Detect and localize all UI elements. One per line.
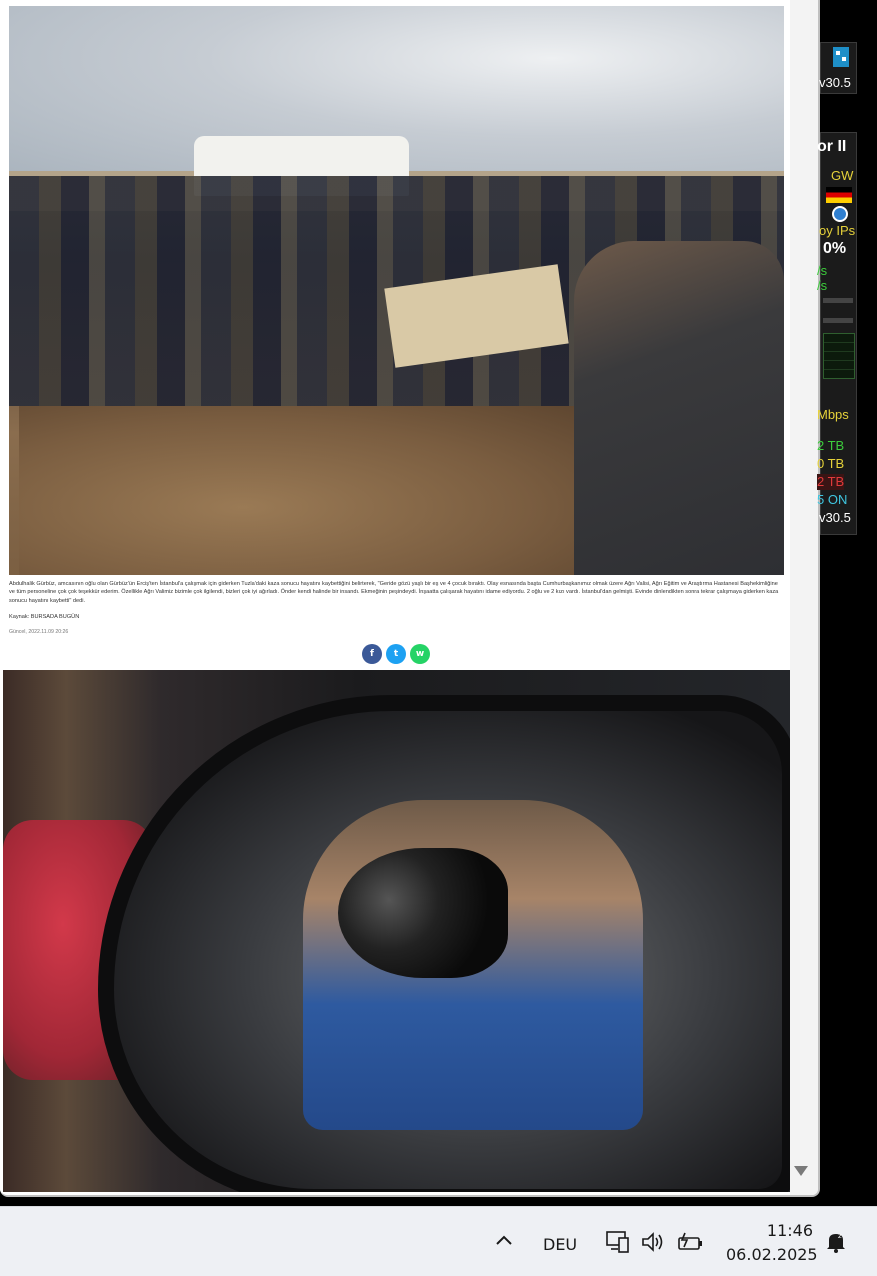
monitor-bar-1 bbox=[823, 298, 853, 303]
photo-foreground-man bbox=[574, 241, 784, 575]
photo-camera-lens bbox=[338, 848, 508, 978]
browser-window: Abdulhalik Gürbüz, amcasının oğlu olan G… bbox=[0, 0, 820, 1197]
monitor-bar-2 bbox=[823, 318, 853, 323]
taskbar: DEU 11:46 06.02.2025 z bbox=[0, 1206, 877, 1276]
article-content: Abdulhalik Gürbüz, amcasının oğlu olan G… bbox=[0, 0, 806, 1195]
monitor-panel-top: v30.5 bbox=[819, 42, 857, 94]
germany-flag-icon bbox=[826, 187, 852, 203]
monitor-app-icon bbox=[833, 47, 849, 67]
monitor-mbps: Mbps bbox=[817, 407, 849, 422]
article-caption: Abdulhalik Gürbüz, amcasının oğlu olan G… bbox=[9, 581, 779, 604]
funeral-photo bbox=[9, 6, 784, 575]
chevron-up-icon[interactable] bbox=[494, 1231, 514, 1251]
monitor-tb-2: 0 TB bbox=[817, 456, 845, 471]
clock-time[interactable]: 11:46 bbox=[726, 1221, 813, 1240]
monitor-rate-2: /s bbox=[817, 278, 828, 293]
vpn-shield-icon bbox=[832, 206, 848, 222]
monitor-version: v30.5 bbox=[819, 510, 851, 525]
article-source: Kaynak: BURSADA BUGÜN bbox=[9, 614, 80, 620]
monitor-title: or II bbox=[817, 138, 847, 155]
article-updated: Güncel, 2022.11.09 20:26 bbox=[9, 629, 69, 635]
facebook-share-button[interactable]: f bbox=[362, 644, 382, 664]
monitor-tb-3: 2 TB bbox=[817, 474, 845, 490]
scroll-down-arrow-icon[interactable] bbox=[794, 1166, 808, 1176]
monitor-ips: oy IPs bbox=[819, 223, 856, 238]
language-indicator[interactable]: DEU bbox=[543, 1235, 577, 1254]
network-icon[interactable] bbox=[605, 1229, 631, 1255]
scrollbar[interactable] bbox=[790, 0, 818, 1195]
volume-icon[interactable] bbox=[640, 1229, 666, 1255]
svg-text:z: z bbox=[838, 1232, 842, 1240]
monitor-rate-1: /s bbox=[817, 263, 828, 278]
whatsapp-share-button[interactable]: w bbox=[410, 644, 430, 664]
monitor-percent: 0% bbox=[823, 240, 847, 257]
system-monitor-widget: v30.5 or II GW oy IPs 0% /s /s Mbps 2 TB… bbox=[817, 0, 877, 1200]
photo-grave bbox=[19, 406, 579, 575]
twitter-share-button[interactable]: t bbox=[386, 644, 406, 664]
monitor-version-top: v30.5 bbox=[819, 75, 851, 90]
monitor-tb-1: 2 TB bbox=[817, 438, 845, 453]
monitor-graph bbox=[823, 333, 855, 379]
notification-bell-icon[interactable]: z bbox=[823, 1229, 849, 1255]
monitor-panel-main: or II GW oy IPs 0% /s /s Mbps 2 TB 0 TB … bbox=[817, 132, 857, 535]
battery-icon[interactable] bbox=[676, 1229, 704, 1255]
clock-date[interactable]: 06.02.2025 bbox=[726, 1245, 818, 1264]
monitor-on: 5 ON bbox=[817, 492, 848, 507]
mirror-photo bbox=[3, 670, 790, 1192]
monitor-gw: GW bbox=[831, 168, 854, 183]
